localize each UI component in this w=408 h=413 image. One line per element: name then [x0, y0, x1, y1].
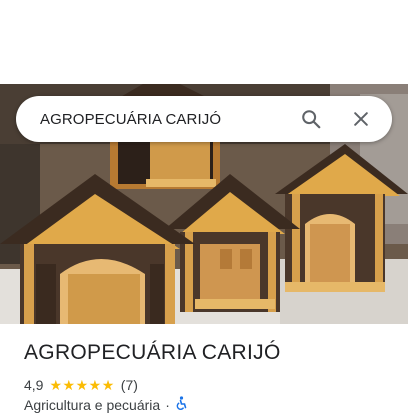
place-info-panel: AGROPECUÁRIA CARIJÓ 4,9 ★ ★ ★ ★ ★ (7) Ag… — [0, 324, 408, 413]
top-blank-area — [0, 0, 408, 84]
star-icon: ★ — [49, 377, 63, 393]
star-icon: ★ — [62, 377, 76, 393]
category-row: Agricultura e pecuária · — [24, 396, 187, 413]
separator-dot: · — [165, 396, 170, 413]
close-icon[interactable] — [338, 96, 384, 142]
search-bar[interactable]: AGROPECUÁRIA CARIJÓ — [16, 96, 392, 142]
star-icon: ★ — [101, 377, 115, 393]
rating-value: 4,9 — [24, 377, 44, 393]
search-query-text[interactable]: AGROPECUÁRIA CARIJÓ — [40, 111, 288, 128]
place-title: AGROPECUÁRIA CARIJÓ — [24, 341, 281, 364]
rating-row[interactable]: 4,9 ★ ★ ★ ★ ★ (7) — [24, 376, 138, 394]
review-count[interactable]: (7) — [121, 377, 138, 393]
star-rating: ★ ★ ★ ★ ★ — [49, 378, 114, 392]
star-icon: ★ — [88, 377, 102, 393]
wheelchair-icon — [175, 396, 187, 413]
star-icon: ★ — [75, 377, 89, 393]
search-icon[interactable] — [288, 96, 334, 142]
place-category[interactable]: Agricultura e pecuária — [24, 397, 160, 413]
